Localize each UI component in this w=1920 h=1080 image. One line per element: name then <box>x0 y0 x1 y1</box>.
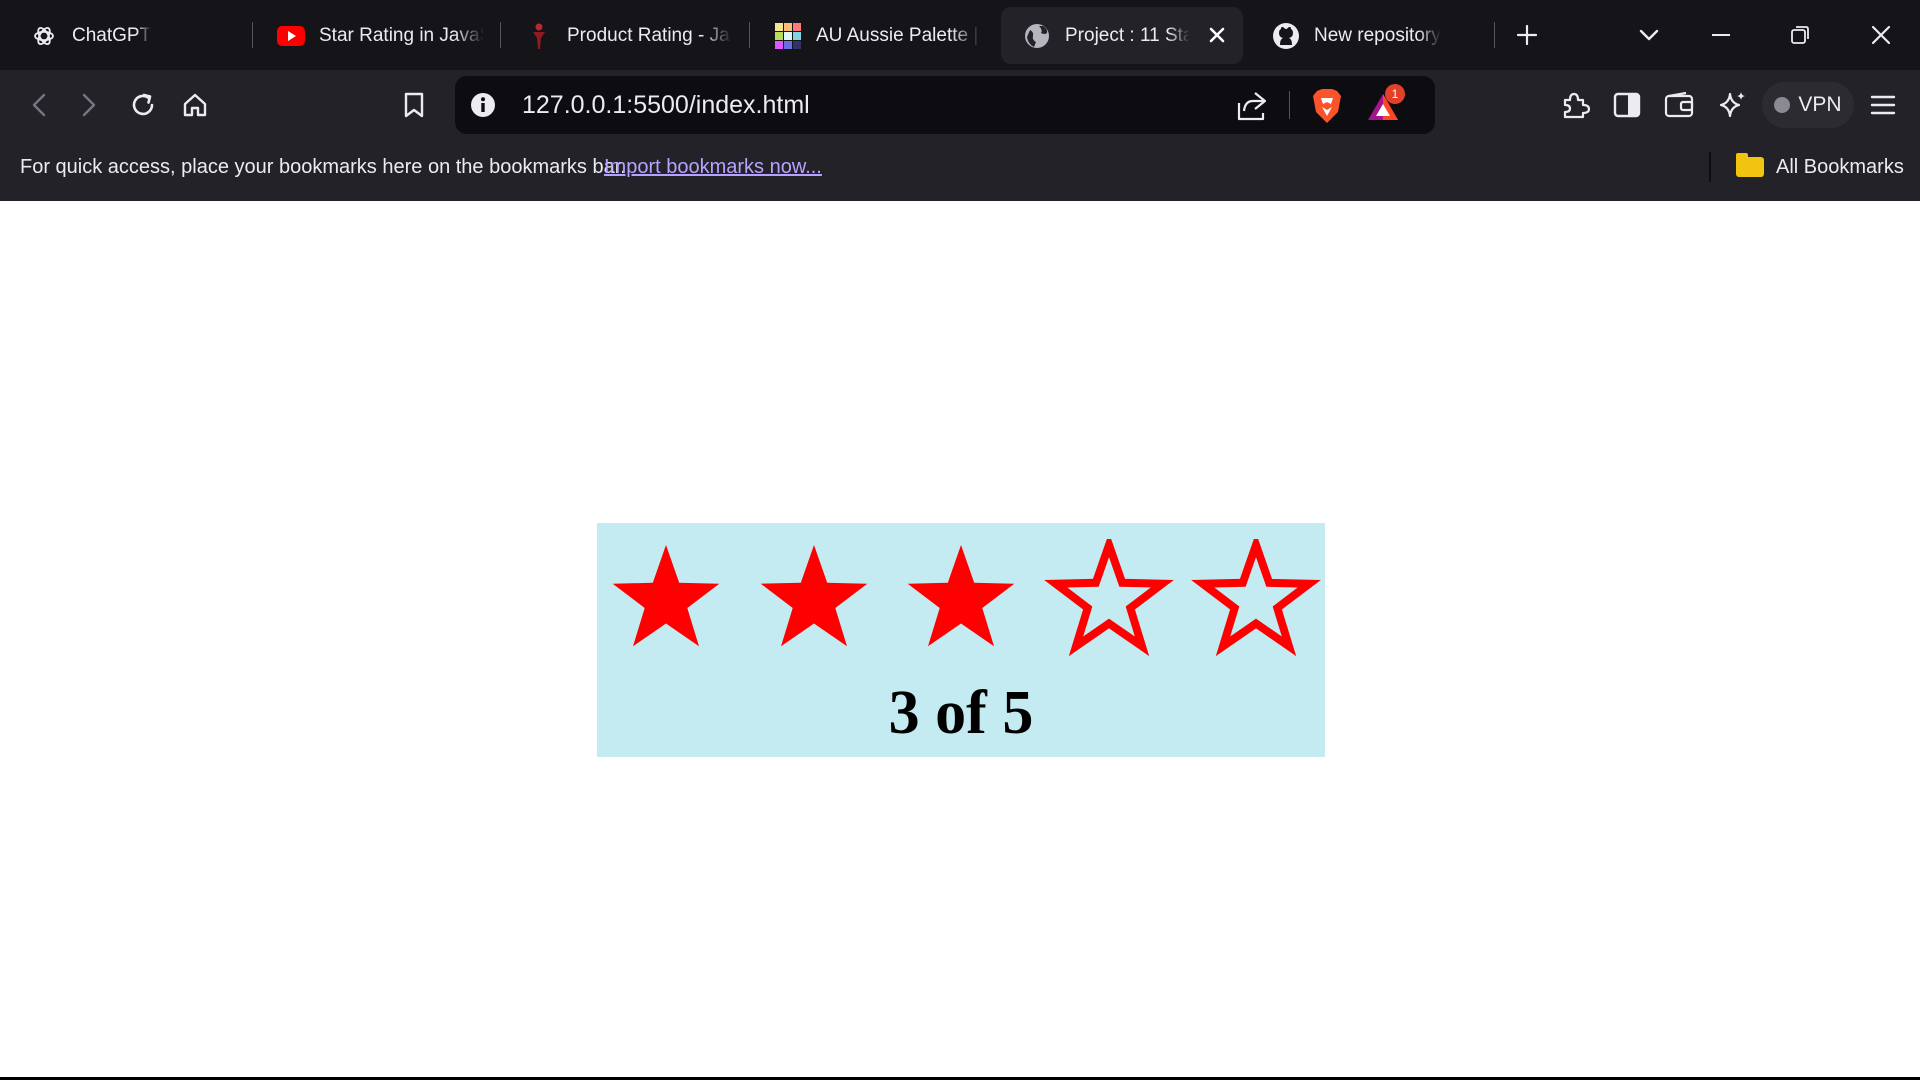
url-text[interactable]: 127.0.0.1:5500/index.html <box>522 76 810 134</box>
close-icon <box>1871 25 1891 45</box>
star-filled-icon[interactable] <box>749 539 879 659</box>
hamburger-menu-icon <box>1870 95 1896 115</box>
leo-ai-button[interactable] <box>1711 84 1753 126</box>
sidebar-icon <box>1613 92 1641 118</box>
chevron-down-icon <box>1639 29 1659 41</box>
tab-project-star-rating[interactable]: Project : 11 Sta <box>1001 7 1243 64</box>
folder-icon <box>1736 153 1764 177</box>
vpn-label: VPN <box>1798 93 1842 116</box>
home-icon <box>183 93 207 117</box>
share-icon[interactable] <box>1235 89 1269 123</box>
home-button[interactable] <box>174 84 216 126</box>
palette-icon <box>774 22 802 50</box>
import-bookmarks-link[interactable]: Import bookmarks now... <box>604 140 822 194</box>
rating-label: 3 of 5 <box>888 679 1034 747</box>
bookmarks-bar-message: For quick access, place your bookmarks h… <box>20 156 626 178</box>
vpn-status-dot <box>1774 97 1791 113</box>
forward-arrow-icon <box>82 93 96 117</box>
all-bookmarks-label: All Bookmarks <box>1776 155 1904 178</box>
tab-new-repository[interactable]: New repository <box>1250 7 1482 64</box>
star-empty-icon[interactable] <box>1191 539 1321 659</box>
restore-button[interactable] <box>1779 14 1821 56</box>
browser-toolbar: 127.0.0.1:5500/index.html 1 VPN <box>0 70 1920 140</box>
close-window-button[interactable] <box>1860 14 1902 56</box>
address-bar-divider <box>1289 91 1290 119</box>
page-viewport: 3 of 5 <box>0 201 1920 1080</box>
bookmark-icon <box>404 92 424 118</box>
github-icon <box>1272 22 1300 50</box>
back-arrow-icon <box>32 93 46 117</box>
reload-button[interactable] <box>122 84 164 126</box>
tab-strip: ChatGPT Star Rating in JavaScript Produc… <box>0 0 1920 70</box>
puzzle-icon <box>1563 92 1590 119</box>
tab-title: Product Rating - Ja <box>567 24 730 46</box>
plus-icon <box>1516 24 1538 46</box>
minimize-icon <box>1712 34 1730 36</box>
star-row <box>601 539 1321 659</box>
tab-title: ChatGPT <box>72 24 152 46</box>
star-rating-widget: 3 of 5 <box>597 523 1325 757</box>
tab-title: AU Aussie Palette | F <box>816 24 981 46</box>
tab-separator <box>500 22 501 48</box>
tab-separator <box>1494 22 1495 48</box>
tab-chatgpt[interactable]: ChatGPT <box>8 7 243 64</box>
product-rating-icon <box>525 22 553 50</box>
close-tab-icon[interactable] <box>1203 21 1231 49</box>
brave-shields-icon[interactable] <box>1310 88 1344 124</box>
tab-title: Star Rating in JavaScript <box>319 24 484 46</box>
tab-title: New repository <box>1314 24 1441 46</box>
tab-search-button[interactable] <box>1628 14 1670 56</box>
bookmarks-divider <box>1709 152 1711 182</box>
extensions-button[interactable] <box>1554 84 1596 126</box>
tab-separator <box>252 22 253 48</box>
restore-icon <box>1791 26 1809 44</box>
chatgpt-icon <box>30 22 58 50</box>
minimize-button[interactable] <box>1700 14 1742 56</box>
tab-product-rating[interactable]: Product Rating - Ja <box>503 7 735 64</box>
tab-separator <box>749 22 750 48</box>
main-menu-button[interactable] <box>1862 84 1904 126</box>
site-info-icon[interactable] <box>469 91 497 119</box>
bookmarks-bar: For quick access, place your bookmarks h… <box>0 140 1920 201</box>
new-tab-button[interactable] <box>1506 14 1548 56</box>
sparkle-icon <box>1719 92 1745 118</box>
star-filled-icon[interactable] <box>601 539 731 659</box>
youtube-icon <box>277 22 305 50</box>
tab-title: Project : 11 Sta <box>1065 24 1190 46</box>
all-bookmarks-button[interactable]: All Bookmarks <box>1736 140 1904 194</box>
star-empty-icon[interactable] <box>1043 539 1174 659</box>
bookmark-page-button[interactable] <box>393 84 435 126</box>
tab-star-rating-video[interactable]: Star Rating in JavaScript <box>255 7 487 64</box>
back-button[interactable] <box>18 84 60 126</box>
reload-icon <box>132 93 154 116</box>
wallet-button[interactable] <box>1658 84 1700 126</box>
globe-icon <box>1023 22 1051 50</box>
sidebar-button[interactable] <box>1606 84 1648 126</box>
wallet-icon <box>1664 91 1694 118</box>
star-filled-icon[interactable] <box>896 539 1026 659</box>
rewards-badge: 1 <box>1385 84 1405 104</box>
vpn-button[interactable]: VPN <box>1762 82 1854 128</box>
forward-button[interactable] <box>68 84 110 126</box>
tab-aussie-palette[interactable]: AU Aussie Palette | F <box>752 7 984 64</box>
address-bar[interactable]: 127.0.0.1:5500/index.html 1 <box>455 76 1435 134</box>
